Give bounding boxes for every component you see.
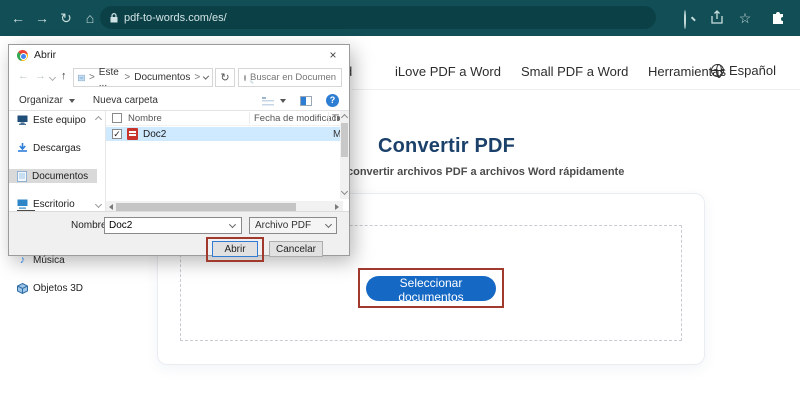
download-icon — [18, 142, 27, 152]
share-icon[interactable] — [710, 10, 725, 25]
file-list: Nombre Fecha de modificación Tip ✓ Doc2 … — [105, 111, 349, 213]
preview-pane-icon[interactable] — [300, 95, 312, 106]
nav-up-icon[interactable]: ↑ — [61, 70, 67, 82]
music-icon: ♪ — [19, 254, 26, 266]
sidebar-label: Descargas — [33, 142, 81, 154]
scroll-left-icon[interactable] — [109, 204, 113, 210]
dialog-refresh-icon: ↻ — [220, 72, 230, 84]
open-button[interactable]: Abrir — [212, 241, 258, 257]
site-header-divider — [352, 89, 800, 90]
filename-dropdown-icon[interactable] — [229, 221, 237, 228]
column-divider — [328, 112, 329, 124]
dialog-titlebar[interactable]: Abrir × — [9, 45, 349, 65]
dialog-nav-row: ← → ↑ > Este ... > Documentos > ↻ — [9, 65, 349, 91]
pdf-file-icon — [127, 128, 138, 140]
cancel-button[interactable]: Cancelar — [269, 241, 323, 257]
breadcrumb-dropdown-icon[interactable] — [203, 73, 210, 80]
nav-forward-icon[interactable]: → — [35, 70, 46, 82]
nav-item-small-pdf[interactable]: Small PDF a Word — [521, 64, 628, 79]
sidebar-label: Documentos — [32, 170, 89, 182]
page-subtitle: convertir archivos PDF a archivos Word r… — [347, 166, 625, 178]
lock-icon — [110, 12, 118, 22]
file-checkbox-checked[interactable]: ✓ — [112, 129, 122, 139]
select-documents-button[interactable]: Seleccionar documentos — [366, 276, 496, 304]
search-input[interactable] — [250, 72, 336, 83]
view-mode-caret-icon[interactable] — [280, 98, 286, 103]
breadcrumb-current[interactable]: Documentos — [134, 72, 190, 83]
3d-objects-icon — [17, 282, 28, 294]
nav-history-chevron-icon[interactable] — [48, 73, 57, 82]
horizontal-scroll-thumb[interactable] — [116, 203, 296, 211]
forward-icon[interactable]: → — [32, 0, 52, 36]
sidebar-label: Objetos 3D — [33, 282, 84, 294]
sidebar-label: Música — [33, 254, 65, 266]
filetype-value: Archivo PDF — [255, 220, 312, 231]
refresh-icon[interactable]: ↻ — [56, 0, 76, 36]
dialog-search-icon — [244, 74, 246, 81]
language-label: Español — [729, 63, 776, 78]
select-all-checkbox[interactable] — [112, 113, 122, 123]
view-mode-icon[interactable] — [262, 95, 274, 106]
screen: d iLove PDF a Word Small PDF a Word Herr… — [0, 0, 800, 403]
home-icon[interactable]: ⌂ — [80, 0, 100, 36]
breadcrumb-root[interactable]: Este ... — [99, 67, 121, 89]
filename-input[interactable] — [105, 220, 231, 231]
filetype-dropdown[interactable]: Archivo PDF — [249, 217, 337, 234]
extension-puzzle-icon[interactable] — [770, 10, 786, 26]
nav-back-icon[interactable]: ← — [18, 70, 29, 82]
nav-item-ilove-pdf[interactable]: iLove PDF a Word — [395, 64, 501, 79]
dialog-body: Este equipo Descargas Documentos Escrito… — [9, 111, 349, 294]
column-divider — [249, 112, 250, 124]
help-icon[interactable]: ? — [326, 94, 339, 107]
breadcrumb-separator: > — [124, 72, 131, 83]
file-row-doc2[interactable]: ✓ Doc2 Mi — [106, 127, 343, 141]
url-text: pdf-to-words.com/es/ — [124, 11, 227, 24]
file-name: Doc2 — [143, 128, 167, 140]
sidebar-item-objetos-3d[interactable]: Objetos 3D — [9, 281, 97, 295]
refresh-button[interactable]: ↻ — [215, 68, 235, 87]
column-header-name[interactable]: Nombre — [128, 113, 162, 124]
breadcrumb-separator: > — [88, 72, 95, 83]
organize-caret-icon — [68, 98, 75, 103]
filetype-dropdown-icon[interactable] — [324, 220, 333, 229]
desktop-icon — [17, 199, 28, 209]
vertical-scrollbar[interactable] — [340, 111, 349, 199]
dialog-sidebar: Este equipo Descargas Documentos Escrito… — [9, 111, 105, 294]
search-icon[interactable] — [684, 10, 686, 29]
sidebar-item-documentos[interactable]: Documentos — [9, 169, 97, 183]
globe-icon — [711, 64, 724, 78]
back-icon[interactable]: ← — [8, 0, 28, 36]
dialog-footer: Nombre: Archivo PDF Abrir Cancelar — [9, 211, 349, 262]
computer-icon — [17, 115, 28, 125]
sidebar-item-descargas[interactable]: Descargas — [9, 141, 97, 155]
folder-icon — [78, 74, 85, 81]
document-icon — [17, 170, 27, 182]
new-folder-button[interactable]: Nueva carpeta — [93, 95, 158, 106]
dialog-title: Abrir — [34, 49, 57, 61]
sidebar-item-este-equipo[interactable]: Este equipo — [9, 113, 97, 127]
scroll-up-icon[interactable] — [340, 113, 349, 122]
close-icon[interactable]: × — [325, 48, 341, 62]
filename-combobox[interactable] — [104, 217, 242, 234]
sidebar-label: Escritorio — [33, 198, 75, 210]
organize-button[interactable]: Organizar — [19, 95, 63, 106]
chrome-logo-icon — [17, 49, 28, 61]
breadcrumb[interactable]: > Este ... > Documentos > — [73, 67, 213, 89]
browser-toolbar: ← → ↻ ⌂ pdf-to-words.com/es/ ☆ — [0, 0, 800, 36]
scroll-right-icon[interactable] — [335, 204, 339, 210]
vertical-scroll-thumb[interactable] — [341, 123, 348, 157]
sidebar-label: Este equipo — [33, 114, 86, 126]
address-bar[interactable]: pdf-to-words.com/es/ — [100, 6, 656, 29]
page-title: Convertir PDF — [378, 135, 516, 157]
search-box[interactable] — [238, 68, 342, 87]
language-selector[interactable]: Español — [711, 63, 776, 78]
file-list-header: Nombre Fecha de modificación Tip — [106, 111, 349, 126]
sidebar-item-escritorio[interactable]: Escritorio — [9, 197, 97, 211]
breadcrumb-separator: > — [194, 72, 201, 83]
dialog-toolbar: Organizar Nueva carpeta ? — [9, 91, 349, 111]
scroll-down-icon[interactable] — [340, 187, 349, 196]
open-file-dialog: Abrir × ← → ↑ > Este ... > Documentos > — [8, 44, 350, 294]
sidebar-item-musica[interactable]: ♪ Música — [9, 253, 97, 267]
bookmark-star-icon[interactable]: ☆ — [735, 0, 755, 36]
